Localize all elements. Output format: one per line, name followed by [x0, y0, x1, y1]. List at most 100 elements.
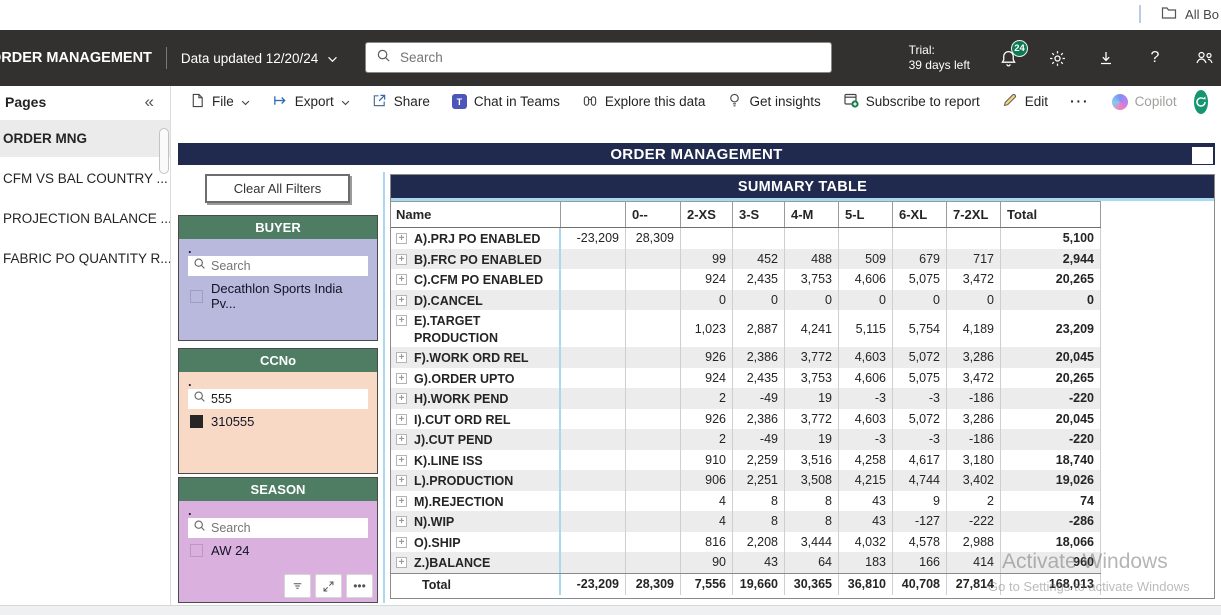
value-cell[interactable]: 166 [893, 552, 947, 573]
value-cell[interactable] [561, 470, 626, 491]
value-cell[interactable]: -127 [893, 511, 947, 532]
bookmarks-folder[interactable]: All Bo [1139, 5, 1219, 23]
value-cell[interactable]: 488 [785, 249, 839, 270]
value-cell[interactable]: 4,617 [893, 450, 947, 471]
sidebar-scrollbar-thumb[interactable] [159, 128, 169, 174]
value-cell[interactable]: 19,026 [1001, 470, 1101, 491]
value-cell[interactable]: 0 [733, 290, 785, 311]
ccno-search-input[interactable] [211, 392, 341, 406]
value-cell[interactable]: 452 [733, 249, 785, 270]
value-cell[interactable]: 28,309 [626, 228, 681, 249]
value-cell[interactable]: 5,754 [893, 310, 947, 347]
value-cell[interactable]: -220 [1001, 388, 1101, 409]
value-cell[interactable]: 2,435 [733, 368, 785, 389]
value-cell[interactable]: 43 [733, 552, 785, 573]
value-cell[interactable] [561, 450, 626, 471]
value-cell[interactable]: 3,508 [785, 470, 839, 491]
value-cell[interactable]: 509 [839, 249, 893, 270]
chat-in-teams-button[interactable]: T Chat in Teams [443, 90, 569, 113]
row-name-cell[interactable]: +J).CUT PEND [391, 429, 561, 450]
value-cell[interactable] [561, 491, 626, 512]
value-cell[interactable] [561, 249, 626, 270]
value-cell[interactable]: 4,603 [839, 347, 893, 368]
column-header[interactable]: Name [391, 202, 561, 227]
value-cell[interactable]: 8 [733, 491, 785, 512]
row-name-cell[interactable]: +O).SHIP [391, 532, 561, 553]
expand-row-icon[interactable]: + [396, 537, 407, 548]
data-updated-dropdown[interactable]: Data updated 12/20/24 [181, 51, 338, 66]
value-cell[interactable]: 7,556 [681, 574, 733, 595]
expand-row-icon[interactable]: + [396, 557, 407, 568]
value-cell[interactable] [626, 552, 681, 573]
value-cell[interactable]: 717 [947, 249, 1001, 270]
value-cell[interactable] [733, 228, 785, 249]
row-name-cell[interactable]: +K).LINE ISS [391, 450, 561, 471]
column-header[interactable]: 7-2XL [947, 202, 1001, 227]
value-cell[interactable]: 3,180 [947, 450, 1001, 471]
expand-row-icon[interactable]: + [396, 393, 407, 404]
more-options-icon[interactable]: ••• [346, 574, 373, 598]
value-cell[interactable] [681, 228, 733, 249]
value-cell[interactable]: 4,189 [947, 310, 1001, 347]
value-cell[interactable]: 5,075 [893, 269, 947, 290]
value-cell[interactable]: 8 [785, 491, 839, 512]
value-cell[interactable] [626, 409, 681, 430]
value-cell[interactable] [626, 290, 681, 311]
file-menu[interactable]: File [181, 89, 259, 115]
value-cell[interactable]: 924 [681, 368, 733, 389]
value-cell[interactable]: 20,045 [1001, 347, 1101, 368]
row-name-cell[interactable]: +F).WORK ORD REL [391, 347, 561, 368]
season-search-box[interactable] [188, 518, 368, 538]
expand-row-icon[interactable]: + [396, 373, 407, 384]
value-cell[interactable]: 40,708 [893, 574, 947, 595]
value-cell[interactable]: 4,603 [839, 409, 893, 430]
value-cell[interactable]: -23,209 [561, 574, 626, 595]
value-cell[interactable]: 5,072 [893, 409, 947, 430]
expand-row-icon[interactable]: + [396, 496, 407, 507]
value-cell[interactable]: 183 [839, 552, 893, 573]
value-cell[interactable]: -186 [947, 429, 1001, 450]
subscribe-button[interactable]: Subscribe to report [834, 88, 989, 115]
value-cell[interactable]: 2,251 [733, 470, 785, 491]
value-cell[interactable]: -3 [839, 388, 893, 409]
value-cell[interactable] [561, 290, 626, 311]
value-cell[interactable]: 910 [681, 450, 733, 471]
value-cell[interactable]: 2 [681, 429, 733, 450]
value-cell[interactable]: 0 [947, 290, 1001, 311]
value-cell[interactable]: 5,100 [1001, 228, 1101, 249]
row-name-cell[interactable]: +E).TARGET PRODUCTION [391, 310, 561, 347]
value-cell[interactable]: -186 [947, 388, 1001, 409]
row-name-cell[interactable]: +L).PRODUCTION [391, 470, 561, 491]
value-cell[interactable]: 3,753 [785, 269, 839, 290]
filter-icon[interactable] [284, 574, 311, 598]
value-cell[interactable]: 5,115 [839, 310, 893, 347]
value-cell[interactable] [626, 450, 681, 471]
value-cell[interactable]: 2,386 [733, 409, 785, 430]
column-header[interactable]: 4-M [785, 202, 839, 227]
value-cell[interactable]: 3,772 [785, 409, 839, 430]
copilot-button[interactable]: Copilot [1103, 90, 1186, 114]
value-cell[interactable]: 64 [785, 552, 839, 573]
sidebar-item-order-mng[interactable]: ORDER MNG [0, 120, 170, 157]
value-cell[interactable]: 4,032 [839, 532, 893, 553]
value-cell[interactable]: 414 [947, 552, 1001, 573]
checkbox-checked[interactable] [190, 415, 203, 428]
value-cell[interactable]: 4,215 [839, 470, 893, 491]
focus-mode-icon[interactable] [315, 574, 342, 598]
value-cell[interactable] [626, 470, 681, 491]
row-name-cell[interactable]: +H).WORK PEND [391, 388, 561, 409]
row-name-cell[interactable]: +D).CANCEL [391, 290, 561, 311]
value-cell[interactable]: 3,472 [947, 269, 1001, 290]
value-cell[interactable]: 99 [681, 249, 733, 270]
value-cell[interactable]: 4,606 [839, 269, 893, 290]
value-cell[interactable]: 2 [947, 491, 1001, 512]
value-cell[interactable]: 18,740 [1001, 450, 1101, 471]
checkbox-unchecked[interactable] [190, 290, 203, 303]
value-cell[interactable]: 90 [681, 552, 733, 573]
value-cell[interactable] [839, 228, 893, 249]
expand-row-icon[interactable]: + [396, 455, 407, 466]
expand-row-icon[interactable]: + [396, 274, 407, 285]
value-cell[interactable] [626, 310, 681, 347]
value-cell[interactable]: -23,209 [561, 228, 626, 249]
value-cell[interactable]: 0 [681, 290, 733, 311]
